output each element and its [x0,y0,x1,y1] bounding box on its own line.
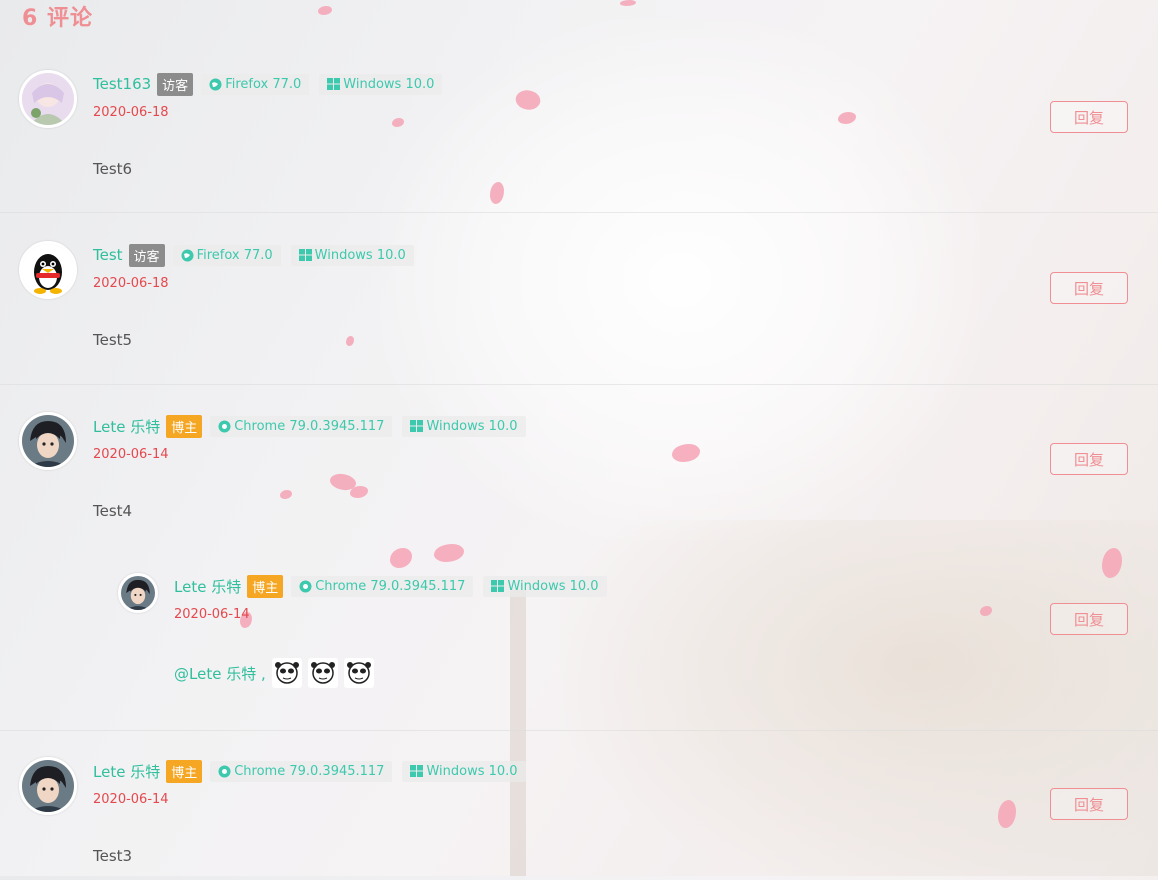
reply-button[interactable]: 回复 [1050,603,1128,635]
comment-date: 2020-06-18 [93,105,169,120]
reply-button[interactable]: 回复 [1050,443,1128,475]
os-label: Windows 10.0 [314,247,406,263]
comment-text: @Lete 乐特 , [174,658,374,688]
windows-icon [410,765,424,777]
comment-date: 2020-06-14 [93,447,169,462]
avatar[interactable] [19,70,77,128]
comment-text: Test4 [93,502,133,520]
windows-icon [491,580,505,592]
panda-emoji-icon [307,658,338,688]
browser-info: Firefox 77.0 [172,244,281,266]
browser-label: Chrome 79.0.3945.117 [234,418,385,434]
os-label: Windows 10.0 [426,418,518,434]
owner-badge: 博主 [166,414,203,438]
os-label: Windows 10.0 [343,76,435,92]
comment-date: 2020-06-14 [93,792,169,807]
os-info: Windows 10.0 [319,73,443,95]
comment-author[interactable]: Test163 [93,75,151,93]
windows-icon [298,249,312,261]
panda-emoji-icon [343,658,374,688]
comment-author[interactable]: Lete 乐特 [93,761,160,782]
browser-info: Chrome 79.0.3945.117 [291,575,474,597]
browser-info: Chrome 79.0.3945.117 [210,415,393,437]
globe-icon [181,249,194,261]
os-label: Windows 10.0 [507,578,599,594]
reply-button[interactable]: 回复 [1050,101,1128,133]
comment-date: 2020-06-18 [93,276,169,291]
guest-badge: 访客 [157,72,194,96]
browser-label: Firefox 77.0 [225,76,302,92]
os-info: Windows 10.0 [402,760,526,782]
browser-label: Chrome 79.0.3945.117 [315,578,466,594]
guest-badge: 访客 [128,243,165,267]
avatar[interactable] [19,757,77,815]
mention-link[interactable]: @Lete 乐特 , [174,663,266,684]
comment-text: Test3 [93,847,133,865]
comments-count-title: 6 评论 [22,6,93,31]
os-info: Windows 10.0 [402,415,526,437]
chrome-icon [218,420,231,432]
chrome-icon [218,765,231,777]
divider [0,730,1158,731]
windows-icon [410,420,424,432]
reply-button[interactable]: 回复 [1050,272,1128,304]
owner-badge: 博主 [166,759,203,783]
comment-text: Test5 [93,331,133,349]
os-info: Windows 10.0 [483,575,607,597]
avatar[interactable] [19,412,77,470]
globe-icon [209,78,222,90]
browser-info: Chrome 79.0.3945.117 [210,760,393,782]
comment-author[interactable]: Lete 乐特 [93,416,160,437]
divider [0,384,1158,385]
chrome-icon [299,580,312,592]
os-info: Windows 10.0 [290,244,414,266]
os-label: Windows 10.0 [426,763,518,779]
comment-author[interactable]: Lete 乐特 [174,576,241,597]
owner-badge: 博主 [247,574,284,598]
windows-icon [327,78,341,90]
comment-text: Test6 [93,160,133,178]
comment-author[interactable]: Test [93,246,123,264]
browser-info: Firefox 77.0 [201,73,310,95]
panda-emoji-icon [271,658,302,688]
browser-label: Chrome 79.0.3945.117 [234,763,385,779]
comment-date: 2020-06-14 [174,607,250,622]
reply-button[interactable]: 回复 [1050,788,1128,820]
avatar[interactable] [118,573,158,613]
avatar[interactable] [19,241,77,299]
divider [0,212,1158,213]
browser-label: Firefox 77.0 [196,247,273,263]
